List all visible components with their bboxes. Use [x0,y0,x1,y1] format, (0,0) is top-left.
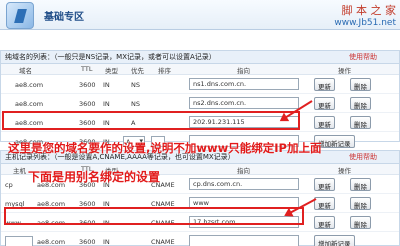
new-domain: ae8.com [37,238,66,246]
col-host: 主机 [13,167,26,175]
domain-records-desc: 纯域名的列表：（一般只是NS记录，MX记录，或者可以设置A记录） [5,53,216,61]
row-host: cp [5,181,13,189]
highlight-www-record [4,207,304,225]
table-row: ae8.com 3600 IN NS ns1.dns.com.cn. 更新 删除 [1,75,399,94]
annotation-line-2: 下面是用别名绑定的设置 [28,170,161,184]
col-point: 指向 [237,167,250,175]
section-logo-icon [6,2,34,29]
new-host-input[interactable] [5,236,33,246]
update-button[interactable]: 更新 [314,197,335,210]
new-host-row: ae8.com 3600 IN CNAME 增加新记录 [1,232,399,246]
new-point-input[interactable] [189,235,299,246]
highlight-a-record [2,111,300,130]
annotation-line-1: 这里是您的域名要作的设置,说明不加www只能绑定IP加上面 [8,141,322,155]
delete-button[interactable]: 删除 [350,178,371,191]
row-type: NS [131,81,140,89]
watermark-url: www.Jb51.net [334,18,396,28]
col-domain: 域名 [19,67,32,75]
col-sort: 排序 [158,67,171,75]
domain-help-link[interactable]: 使用帮助 [349,52,377,62]
col-actions: 操作 [338,67,351,75]
point-input[interactable]: ns2.dns.com.cn. [189,97,299,109]
row-domain: ae8.com [15,100,44,108]
row-ttl: 3600 [79,81,96,89]
domain-records-header: 域名 TTL 类型 优先 排序 指向 操作 [1,64,399,75]
add-host-button[interactable]: 增加新记录 [314,235,355,246]
delete-button[interactable]: 删除 [350,116,371,129]
row-type: NS [131,100,140,108]
col-point: 指向 [237,67,250,75]
row-domain: ae8.com [15,81,44,89]
update-button[interactable]: 更新 [314,97,335,110]
host-records-panel: 主机记录列表：（一般是设置A,CNAME,AAAA等记录，也可设置MX记录） 使… [0,150,400,246]
page-header: 基础专区 脚 本 之 家 www.Jb51.net [0,0,400,30]
update-button[interactable]: 更新 [314,216,335,229]
col-type: 类型 [105,67,118,75]
col-actions: 操作 [338,167,351,175]
watermark-brand: 脚 本 之 家 [341,4,397,17]
col-priority: 优先 [131,67,144,75]
update-button[interactable]: 更新 [314,78,335,91]
host-help-link[interactable]: 使用帮助 [349,152,377,162]
watermark: 脚 本 之 家 www.Jb51.net [334,2,396,28]
row-in: IN [103,81,110,89]
new-in: IN [103,238,110,246]
update-button[interactable]: 更新 [314,178,335,191]
point-input[interactable]: cp.dns.com.cn. [189,178,299,190]
delete-button[interactable]: 删除 [350,78,371,91]
row-in: IN [103,100,110,108]
new-type: CNAME [151,238,175,246]
col-ttl: TTL [81,65,93,73]
point-input[interactable]: ns1.dns.com.cn. [189,78,299,90]
page-title: 基础专区 [44,12,84,23]
delete-button[interactable]: 删除 [350,216,371,229]
domain-records-bar: 纯域名的列表：（一般只是NS记录，MX记录，或者可以设置A记录） 使用帮助 [1,51,399,64]
update-button[interactable]: 更新 [314,116,335,129]
new-ttl: 3600 [79,238,96,246]
delete-button[interactable]: 删除 [350,97,371,110]
delete-button[interactable]: 删除 [350,197,371,210]
row-ttl: 3600 [79,100,96,108]
